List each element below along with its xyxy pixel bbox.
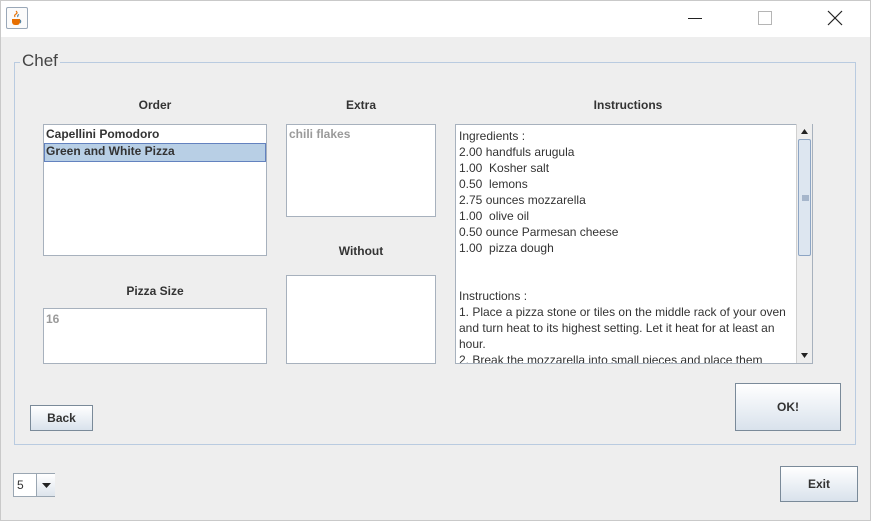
scrollbar-thumb[interactable] [798, 139, 811, 256]
exit-button[interactable]: Exit [780, 466, 858, 502]
pizza-size-value: 16 [46, 312, 60, 326]
scroll-down-button[interactable] [797, 348, 812, 363]
grip-icon [802, 195, 809, 201]
instructions-text[interactable]: Ingredients : 2.00 handfuls arugula 1.00… [457, 126, 795, 363]
pizza-size-field[interactable]: 16 [43, 308, 267, 364]
back-button[interactable]: Back [30, 405, 93, 431]
without-list[interactable] [286, 275, 436, 364]
instructions-heading: Instructions [593, 98, 663, 112]
without-heading: Without [338, 244, 384, 258]
minimize-button[interactable] [672, 0, 718, 37]
chevron-down-icon [42, 483, 51, 488]
close-button[interactable] [812, 0, 858, 37]
pizza-size-heading: Pizza Size [126, 284, 184, 298]
java-cup-icon[interactable] [6, 7, 28, 29]
extra-list-item[interactable]: chili flakes [289, 127, 435, 141]
arrow-up-icon [801, 129, 808, 134]
arrow-down-icon [801, 353, 808, 358]
panel-title: Chef [20, 51, 60, 71]
combo-dropdown-button[interactable] [36, 474, 55, 496]
extra-heading: Extra [345, 98, 377, 112]
close-icon [827, 10, 843, 26]
ok-button[interactable]: OK! [735, 383, 841, 431]
combo-value: 5 [17, 478, 24, 492]
extra-list[interactable]: chili flakes [286, 124, 436, 217]
order-list[interactable]: Capellini Pomodoro Green and White Pizza [43, 124, 267, 256]
maximize-icon [758, 11, 772, 25]
quantity-combo[interactable]: 5 [13, 473, 55, 497]
minimize-icon [688, 18, 702, 19]
order-list-item-selected[interactable]: Green and White Pizza [44, 143, 266, 162]
instructions-scrollbar[interactable] [796, 124, 812, 363]
title-bar [0, 0, 871, 37]
order-heading: Order [138, 98, 172, 112]
maximize-button[interactable] [742, 0, 788, 37]
scroll-up-button[interactable] [797, 124, 812, 139]
order-list-item[interactable]: Capellini Pomodoro [44, 126, 266, 143]
